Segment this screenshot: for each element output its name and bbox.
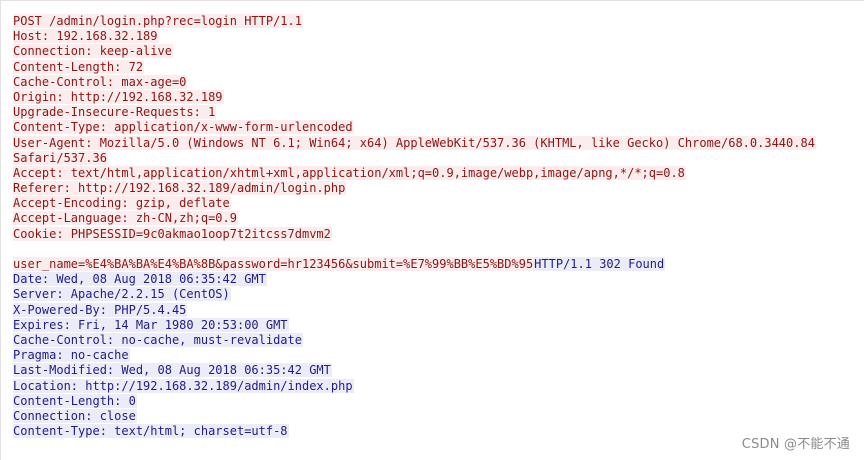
- response-line: Location: http://192.168.32.189/admin/in…: [13, 378, 816, 394]
- request-text: User-Agent: Mozilla/5.0 (Windows NT 6.1;…: [13, 135, 816, 150]
- response-text: Content-Length: 0: [13, 393, 137, 408]
- request-text: Host: 192.168.32.189: [13, 29, 159, 44]
- response-text: Cache-Control: no-cache, must-revalidate: [13, 332, 303, 347]
- stream-lines: POST /admin/login.php?rec=login HTTP/1.1…: [13, 14, 816, 439]
- request-line: Accept: text/html,application/xhtml+xml,…: [13, 165, 816, 181]
- response-text: Last-Modified: Wed, 08 Aug 2018 06:35:42…: [13, 363, 332, 378]
- response-text: X-Powered-By: PHP/5.4.45: [13, 302, 188, 317]
- request-line: Content-Length: 72: [13, 59, 816, 75]
- response-line: Expires: Fri, 14 Mar 1980 20:53:00 GMT: [13, 317, 816, 333]
- request-line: Accept-Language: zh-CN,zh;q=0.9: [13, 211, 816, 226]
- request-text: POST /admin/login.php?rec=login HTTP/1.1: [13, 14, 303, 28]
- request-text: Upgrade-Insecure-Requests: 1: [13, 105, 217, 120]
- request-line: Host: 192.168.32.189: [13, 29, 816, 44]
- response-text: Pragma: no-cache: [13, 348, 130, 363]
- request-text: Content-Type: application/x-www-form-url…: [13, 120, 354, 135]
- request-line: Safari/537.36: [13, 150, 816, 166]
- response-text: Expires: Fri, 14 Mar 1980 20:53:00 GMT: [13, 317, 289, 332]
- request-line: Cache-Control: max-age=0: [13, 74, 816, 90]
- response-line: X-Powered-By: PHP/5.4.45: [13, 302, 816, 318]
- tcp-stream-view[interactable]: POST /admin/login.php?rec=login HTTP/1.1…: [0, 0, 864, 460]
- response-line: Last-Modified: Wed, 08 Aug 2018 06:35:42…: [13, 363, 816, 378]
- response-line: Connection: close: [13, 408, 816, 424]
- request-line: User-Agent: Mozilla/5.0 (Windows NT 6.1;…: [13, 135, 816, 151]
- request-line: Cookie: PHPSESSID=9c0akmao1oop7t2itcss7d…: [13, 226, 816, 242]
- request-text: Referer: http://192.168.32.189/admin/log…: [13, 181, 347, 196]
- request-line: Content-Type: application/x-www-form-url…: [13, 120, 816, 135]
- request-text: Safari/537.36: [13, 150, 108, 165]
- response-status-line: HTTP/1.1 302 Found: [534, 257, 666, 271]
- response-line: Pragma: no-cache: [13, 348, 816, 363]
- request-text: Content-Length: 72: [13, 59, 145, 74]
- watermark: CSDN @不能不通: [741, 437, 850, 452]
- request-text: Accept: text/html,application/xhtml+xml,…: [13, 165, 686, 180]
- request-text: Connection: keep-alive: [13, 44, 173, 59]
- request-line: Accept-Encoding: gzip, deflate: [13, 196, 816, 211]
- response-text: Date: Wed, 08 Aug 2018 06:35:42 GMT: [13, 272, 267, 287]
- response-line: Cache-Control: no-cache, must-revalidate: [13, 332, 816, 348]
- request-text: Cache-Control: max-age=0: [13, 74, 188, 89]
- request-text: Accept-Language: zh-CN,zh;q=0.9: [13, 211, 238, 226]
- response-text: Content-Type: text/html; charset=utf-8: [13, 424, 289, 439]
- request-line: Connection: keep-alive: [13, 44, 816, 59]
- response-text: Location: http://192.168.32.189/admin/in…: [13, 378, 354, 393]
- response-text: Connection: close: [13, 408, 137, 423]
- response-line: Server: Apache/2.2.15 (CentOS): [13, 287, 816, 302]
- response-line: Date: Wed, 08 Aug 2018 06:35:42 GMT: [13, 272, 816, 287]
- response-line: Content-Type: text/html; charset=utf-8: [13, 424, 816, 439]
- request-line: Origin: http://192.168.32.189: [13, 89, 816, 105]
- request-body-line: user_name=%E4%BA%BA%E4%BA%8B&password=hr…: [13, 257, 816, 272]
- request-body: user_name=%E4%BA%BA%E4%BA%8B&password=hr…: [13, 257, 535, 271]
- response-text: Server: Apache/2.2.15 (CentOS): [13, 287, 231, 302]
- request-line: Upgrade-Insecure-Requests: 1: [13, 105, 816, 120]
- request-line: Referer: http://192.168.32.189/admin/log…: [13, 181, 816, 196]
- request-text: Cookie: PHPSESSID=9c0akmao1oop7t2itcss7d…: [13, 226, 332, 241]
- request-text: Accept-Encoding: gzip, deflate: [13, 196, 231, 211]
- request-text: Origin: http://192.168.32.189: [13, 89, 224, 104]
- request-line: POST /admin/login.php?rec=login HTTP/1.1: [13, 14, 816, 29]
- response-line: Content-Length: 0: [13, 393, 816, 409]
